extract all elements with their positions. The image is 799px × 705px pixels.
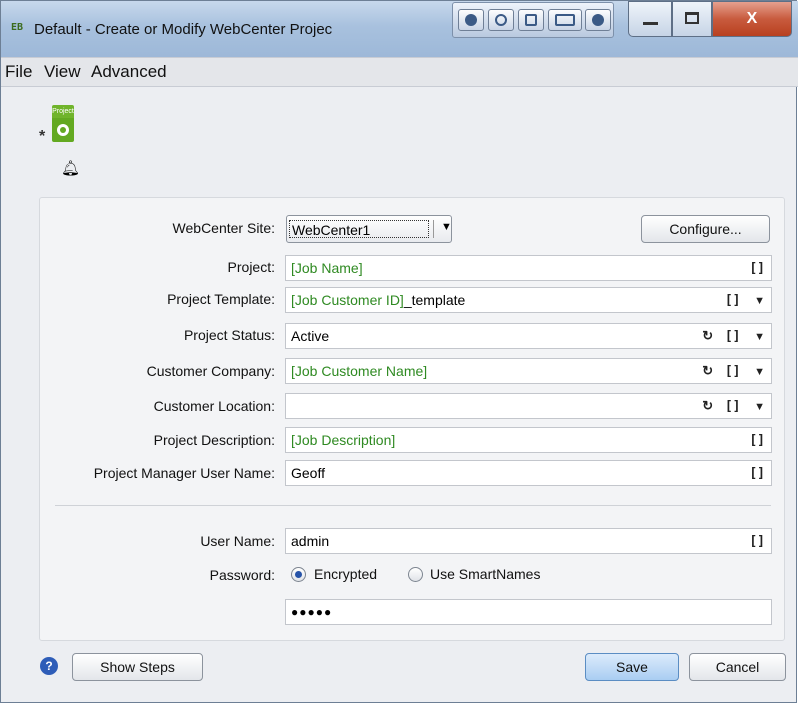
smartname-brackets-icon[interactable]: [] [749, 466, 765, 481]
video-toolbar [452, 2, 614, 38]
save-button[interactable]: Save [585, 653, 679, 681]
project-template-label: Project Template: [167, 291, 275, 307]
smartname-brackets-icon[interactable]: [] [749, 261, 765, 276]
project-manager-field[interactable]: Geoff [] [285, 460, 772, 486]
smartnames-radio-label[interactable]: Use SmartNames [430, 566, 540, 582]
user-name-value: admin [291, 533, 330, 549]
bell-icon[interactable]: 🔔︎ [61, 159, 80, 177]
refresh-icon[interactable]: ↻ [702, 328, 713, 343]
project-manager-label: Project Manager User Name: [93, 465, 275, 481]
project-badge-label: Project [52, 105, 74, 118]
password-field[interactable]: ●●●●● [285, 599, 772, 625]
smartname-brackets-icon[interactable]: [] [749, 534, 765, 549]
smartname-brackets-icon[interactable]: [] [749, 433, 765, 448]
project-manager-value: Geoff [291, 465, 325, 481]
customer-company-label: Customer Company: [146, 363, 275, 379]
webcenter-site-select[interactable]: WebCenter1 ▼ [286, 215, 452, 243]
smartname-brackets-icon[interactable]: [] [725, 399, 741, 414]
chevron-down-icon[interactable]: ▼ [754, 331, 765, 343]
chevron-down-icon[interactable]: ▼ [754, 401, 765, 413]
webcenter-site-label: WebCenter Site: [172, 220, 275, 236]
maximize-button[interactable] [672, 1, 712, 37]
encrypted-radio-label[interactable]: Encrypted [314, 566, 377, 582]
webcenter-logo-icon [52, 118, 74, 142]
minimize-button[interactable] [628, 1, 672, 37]
customer-company-value: [Job Customer Name] [291, 363, 428, 379]
user-name-field[interactable]: admin [] [285, 528, 772, 554]
minimize-icon [643, 22, 658, 25]
eye-icon[interactable] [488, 9, 514, 31]
section-divider [55, 505, 771, 506]
menu-bar: File View Advanced [1, 57, 798, 87]
project-template-smartname: [Job Customer ID] [291, 292, 404, 308]
menu-advanced[interactable]: Advanced [91, 62, 167, 82]
smartname-brackets-icon[interactable]: [] [725, 293, 741, 308]
menu-view[interactable]: View [44, 62, 81, 82]
help-icon[interactable]: ? [40, 657, 58, 675]
project-status-value: Active [291, 328, 330, 344]
customer-company-field[interactable]: [Job Customer Name] ↻ [] ▼ [285, 358, 772, 384]
project-template-field[interactable]: [Job Customer ID]_template [] ▼ [285, 287, 772, 313]
project-description-label: Project Description: [153, 432, 275, 448]
cancel-button[interactable]: Cancel [689, 653, 786, 681]
encrypted-radio[interactable] [291, 567, 306, 582]
project-label: Project: [227, 259, 275, 275]
project-description-value: [Job Description] [291, 432, 396, 448]
project-field[interactable]: [Job Name] [] [285, 255, 772, 281]
configure-button[interactable]: Configure... [641, 215, 770, 243]
menu-file[interactable]: File [5, 62, 32, 82]
layers-icon[interactable] [518, 9, 544, 31]
password-masked-value: ●●●●● [291, 605, 333, 619]
project-description-field[interactable]: [Job Description] [] [285, 427, 772, 453]
webcenter-site-value: WebCenter1 [289, 220, 429, 238]
project-status-label: Project Status: [183, 327, 275, 343]
customer-location-label: Customer Location: [153, 398, 275, 414]
refresh-icon[interactable]: ↻ [702, 398, 713, 413]
smartnames-radio[interactable] [408, 567, 423, 582]
chevron-down-icon: ▼ [441, 221, 452, 233]
close-button[interactable]: X [712, 1, 792, 37]
project-template-suffix: _template [403, 292, 466, 308]
window-icon[interactable] [548, 9, 582, 31]
maximize-icon [685, 12, 699, 24]
chevron-down-icon[interactable]: ▼ [754, 295, 765, 307]
project-status-field[interactable]: Active ↻ [] ▼ [285, 323, 772, 349]
project-value: [Job Name] [291, 260, 363, 276]
chevron-down-icon[interactable]: ▼ [754, 366, 765, 378]
dialog-window: EB Default - Create or Modify WebCenter … [0, 0, 798, 703]
smartname-brackets-icon[interactable]: [] [725, 329, 741, 344]
refresh-icon[interactable]: ↻ [702, 363, 713, 378]
webcam-icon[interactable] [458, 9, 484, 31]
record-icon[interactable] [585, 9, 611, 31]
window-title: Default - Create or Modify WebCenter Pro… [34, 21, 333, 38]
project-icon[interactable]: Project [45, 102, 75, 142]
customer-location-field[interactable]: ↻ [] ▼ [285, 393, 772, 419]
show-steps-button[interactable]: Show Steps [72, 653, 203, 681]
caption-buttons: X [628, 1, 792, 37]
smartname-brackets-icon[interactable]: [] [725, 364, 741, 379]
app-icon: EB [11, 22, 24, 33]
password-label: Password: [209, 567, 275, 583]
asterisk-icon: * [39, 128, 46, 145]
user-name-label: User Name: [200, 533, 275, 549]
title-bar[interactable]: EB Default - Create or Modify WebCenter … [1, 1, 798, 57]
